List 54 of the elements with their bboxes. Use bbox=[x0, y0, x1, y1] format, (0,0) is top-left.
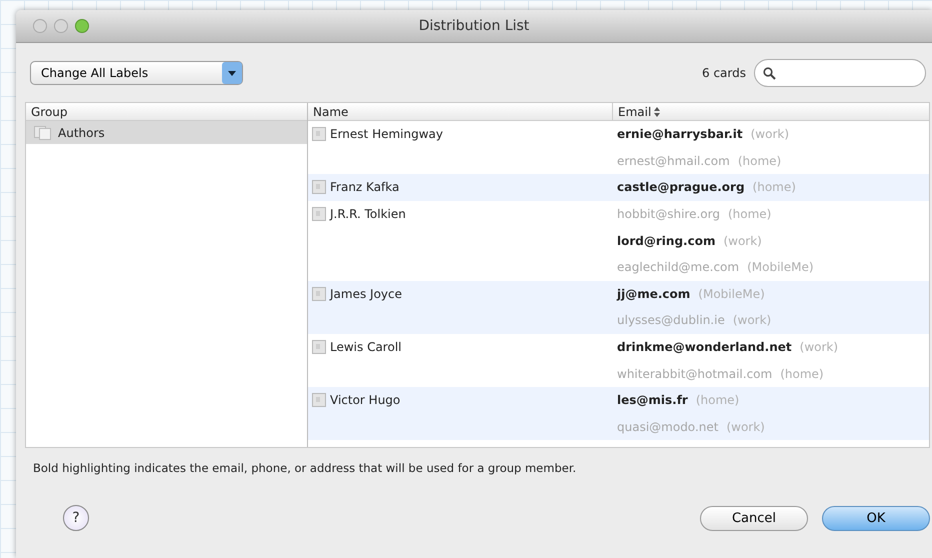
email-address: whiterabbit@hotmail.com bbox=[617, 366, 772, 381]
email-label: (work) bbox=[726, 420, 765, 434]
search-icon bbox=[763, 66, 776, 80]
window-title: Distribution List bbox=[418, 18, 530, 34]
email-address: les@mis.fr bbox=[617, 393, 688, 408]
card-icon bbox=[312, 393, 326, 408]
search-field[interactable] bbox=[754, 59, 926, 87]
card-icon bbox=[312, 286, 326, 301]
zoom-icon[interactable] bbox=[75, 19, 89, 33]
help-button[interactable]: ? bbox=[63, 505, 89, 531]
email-label: (home) bbox=[752, 180, 796, 194]
group-item[interactable]: Authors bbox=[26, 121, 307, 144]
email-address: drinkme@wonderland.net bbox=[617, 340, 792, 354]
sort-icon bbox=[654, 106, 660, 116]
email-address: hobbit@shire.org bbox=[617, 207, 720, 222]
column-header[interactable]: Email bbox=[612, 103, 929, 121]
card-icon bbox=[312, 207, 326, 222]
email-label: (home) bbox=[780, 366, 824, 381]
group-icon bbox=[34, 126, 52, 140]
email-address: jj@me.com bbox=[617, 286, 690, 301]
card-count: 6 cards bbox=[702, 66, 746, 80]
email-label: (home) bbox=[738, 154, 782, 168]
card-icon bbox=[312, 180, 326, 194]
email-address: lord@ring.com bbox=[617, 234, 716, 248]
email-address: ulysses@dublin.ie bbox=[617, 313, 725, 328]
hint-text: Bold highlighting indicates the email, phone, or address that will be used for a group member. bbox=[32, 460, 578, 475]
email-label: (work) bbox=[723, 234, 762, 248]
email-address: eaglechild@me.com bbox=[617, 260, 740, 274]
minimize-icon[interactable] bbox=[54, 19, 68, 33]
contact-name: Victor Hugo bbox=[308, 386, 612, 414]
email-address: castle@prague.org bbox=[617, 180, 745, 194]
email-address: quasi@modo.net bbox=[617, 420, 718, 434]
close-icon[interactable] bbox=[33, 19, 47, 33]
email-label: (work) bbox=[732, 313, 772, 328]
email-label: (home) bbox=[696, 393, 740, 408]
card-icon bbox=[312, 127, 326, 142]
dialog-button[interactable]: Cancel bbox=[700, 506, 808, 530]
email-label: (MobileMe) bbox=[747, 260, 814, 274]
contact-name: Franz Kafka bbox=[308, 174, 612, 201]
email-label: (MobileMe) bbox=[698, 286, 765, 301]
contact-name: Ernest Hemingway bbox=[308, 121, 612, 148]
contact-name: Lewis Caroll bbox=[308, 334, 612, 360]
email-address: ernest@hmail.com bbox=[617, 154, 730, 168]
email-label: (home) bbox=[728, 207, 772, 222]
labels-dropdown[interactable]: Change All Labels bbox=[30, 61, 243, 85]
contact-name: James Joyce bbox=[308, 280, 612, 308]
contact-name: J.R.R. Tolkien bbox=[308, 200, 612, 228]
email-label: (work) bbox=[800, 340, 838, 354]
dialog-button[interactable]: OK bbox=[822, 506, 930, 530]
email-label: (work) bbox=[750, 127, 790, 142]
column-header[interactable]: Name bbox=[308, 103, 612, 121]
column-header[interactable]: Group bbox=[26, 103, 307, 121]
card-icon bbox=[312, 340, 326, 354]
email-address: ernie@harrysbar.it bbox=[617, 127, 743, 142]
